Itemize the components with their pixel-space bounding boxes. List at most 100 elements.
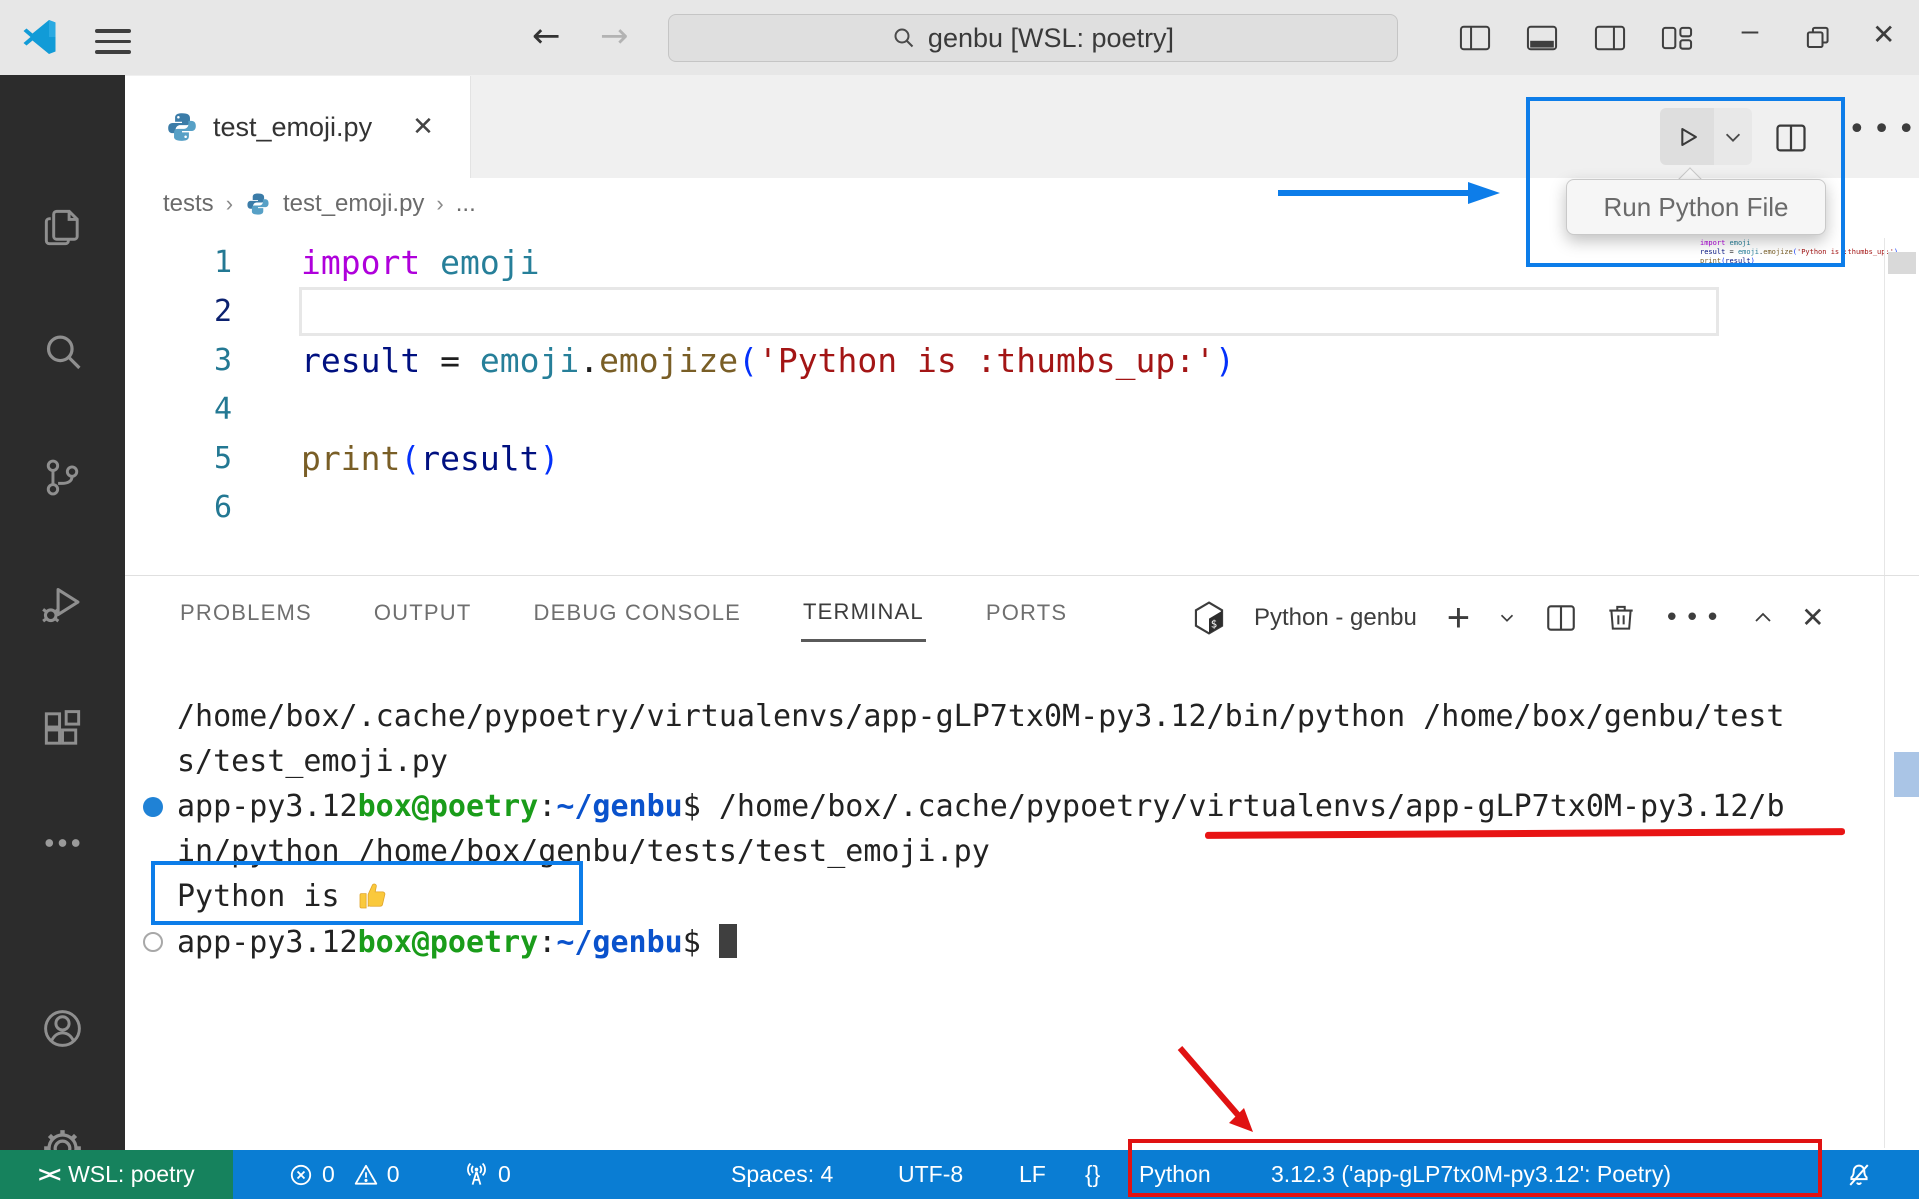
- back-arrow-icon[interactable]: ←: [532, 18, 561, 54]
- extensions-icon[interactable]: [39, 705, 86, 752]
- toggle-panel-icon[interactable]: [1524, 20, 1560, 56]
- terminal-toolbar: $ Python - genbu + ••• ✕: [1190, 590, 1825, 645]
- annotation-red-arrow: [1177, 1046, 1253, 1132]
- error-icon: [290, 1164, 312, 1185]
- customize-layout-icon[interactable]: [1659, 20, 1695, 56]
- terminal-line: app-py3.12box@poetry:~/genbu$ /home/box/…: [143, 784, 1785, 829]
- terminal-text: app-py3.12box@poetry:~/genbu$ /home/box/…: [177, 789, 1785, 824]
- kill-terminal-trash-icon[interactable]: [1604, 601, 1638, 635]
- panel-tab-terminal[interactable]: TERMINAL: [801, 585, 926, 642]
- panel-tab-debug-console[interactable]: DEBUG CONSOLE: [532, 586, 744, 640]
- maximize-panel-icon[interactable]: [1751, 606, 1775, 630]
- python-file-icon: [247, 193, 269, 215]
- shell-terminal-icon: $: [1194, 600, 1224, 635]
- panel-tab-ports[interactable]: PORTS: [984, 586, 1069, 640]
- encoding-indicator[interactable]: UTF-8: [898, 1150, 963, 1199]
- toggle-sidebar-icon[interactable]: [1457, 20, 1493, 56]
- breadcrumb-folder[interactable]: tests: [163, 190, 214, 218]
- notifications-indicator[interactable]: [1845, 1150, 1873, 1199]
- code-text: result = emoji.emojize('Python is :thumb…: [301, 341, 1235, 380]
- indentation-indicator[interactable]: Spaces: 4: [731, 1150, 833, 1199]
- new-terminal-icon[interactable]: +: [1447, 598, 1470, 638]
- account-icon[interactable]: [39, 1005, 86, 1052]
- breadcrumb-symbol[interactable]: ...: [456, 190, 476, 218]
- search-sidebar-icon[interactable]: [39, 329, 86, 376]
- terminal-line: /home/box/.cache/pypoetry/virtualenvs/ap…: [143, 694, 1785, 739]
- search-icon: [894, 28, 914, 48]
- panel-tab-output[interactable]: OUTPUT: [372, 586, 474, 640]
- line-number: 4: [213, 392, 232, 427]
- terminal-session-label[interactable]: Python - genbu: [1254, 604, 1417, 632]
- explorer-icon[interactable]: [39, 204, 86, 251]
- annotation-blue-arrow: [1278, 182, 1500, 204]
- panel-tab-bar: PROBLEMS OUTPUT DEBUG CONSOLE TERMINAL PORTS: [178, 577, 1069, 649]
- annotation-interpreter-box: [1128, 1139, 1822, 1197]
- chevron-right-icon: ›: [436, 191, 444, 216]
- editor-more-actions-icon[interactable]: •••: [1848, 112, 1919, 147]
- command-success-dot-icon: [143, 796, 163, 817]
- language-braces-icon[interactable]: {}: [1085, 1150, 1100, 1199]
- source-control-icon[interactable]: [39, 454, 86, 501]
- eol-indicator[interactable]: LF: [1019, 1150, 1046, 1199]
- close-panel-icon[interactable]: ✕: [1801, 601, 1824, 634]
- split-terminal-icon[interactable]: [1544, 601, 1578, 635]
- remote-indicator[interactable]: >< WSL: poetry: [0, 1150, 233, 1199]
- ports-count: 0: [498, 1161, 511, 1187]
- title-bar: ← → genbu [WSL: poetry] – ✕: [0, 0, 1919, 76]
- command-center-search[interactable]: genbu [WSL: poetry]: [668, 14, 1398, 62]
- terminal-line: app-py3.12box@poetry:~/genbu$: [143, 919, 1785, 964]
- panel-border: [125, 575, 1919, 576]
- terminal-dropdown-icon[interactable]: [1496, 607, 1518, 629]
- minimize-icon[interactable]: –: [1732, 14, 1768, 48]
- problems-indicator[interactable]: 0 0: [288, 1150, 400, 1199]
- terminal-line: s/test_emoji.py: [143, 739, 1785, 784]
- code-line[interactable]: 3 result = emoji.emojize('Python is :thum…: [125, 336, 1885, 385]
- editor-scrollbar-thumb[interactable]: [1888, 252, 1916, 274]
- panel-more-actions-icon[interactable]: •••: [1664, 603, 1725, 633]
- terminal-text: /home/box/.cache/pypoetry/virtualenvs/ap…: [177, 699, 1785, 734]
- forwarded-ports-indicator[interactable]: 0: [463, 1150, 511, 1199]
- line-number: 1: [213, 245, 232, 280]
- terminal-text: s/test_emoji.py: [177, 744, 448, 779]
- code-line[interactable]: 6: [125, 483, 1885, 532]
- forward-arrow-icon: →: [600, 16, 629, 56]
- activity-bar: 1: [0, 75, 125, 1185]
- annotation-terminal-output-box: [151, 861, 583, 925]
- line-number: 5: [213, 441, 232, 476]
- vscode-logo-icon: [23, 20, 56, 54]
- remote-label: WSL: poetry: [68, 1161, 195, 1187]
- warning-count: 0: [386, 1161, 400, 1187]
- tab-test-emoji[interactable]: test_emoji.py ✕: [125, 76, 471, 178]
- terminal-text: app-py3.12box@poetry:~/genbu$: [177, 923, 737, 960]
- run-tooltip: Run Python File: [1566, 179, 1826, 235]
- error-count: 0: [322, 1161, 335, 1187]
- close-window-icon[interactable]: ✕: [1872, 18, 1895, 51]
- code-line[interactable]: 2: [125, 287, 1885, 336]
- python-file-icon: [168, 113, 196, 141]
- code-line[interactable]: 5 print(result): [125, 434, 1885, 483]
- toggle-secondary-sidebar-icon[interactable]: [1592, 20, 1628, 56]
- code-text: print(result): [301, 439, 560, 478]
- bell-slash-icon: [1849, 1163, 1869, 1186]
- line-number: 6: [213, 490, 232, 525]
- warning-icon: [354, 1164, 378, 1185]
- breadcrumb-file[interactable]: test_emoji.py: [283, 190, 424, 218]
- radio-tower-icon: [467, 1162, 486, 1185]
- restore-icon[interactable]: [1800, 20, 1836, 56]
- tab-close-icon[interactable]: ✕: [412, 112, 434, 142]
- panel-tab-problems[interactable]: PROBLEMS: [178, 586, 314, 640]
- terminal-gutter: [143, 931, 177, 952]
- more-actions-icon[interactable]: [39, 831, 86, 855]
- menu-icon[interactable]: [95, 22, 131, 61]
- terminal-cursor: [718, 923, 737, 958]
- remote-icon: ><: [38, 1161, 61, 1187]
- code-line[interactable]: 4: [125, 385, 1885, 434]
- command-pending-dot-icon: [143, 931, 163, 952]
- terminal-scrollbar-thumb[interactable]: [1894, 752, 1919, 797]
- line-number: 3: [213, 343, 232, 378]
- code-lines: 1 import emoji 2 3 result = emoji.emojize('P…: [125, 238, 1885, 532]
- vscode-window: ← → genbu [WSL: poetry] – ✕ test_emoji.p…: [0, 0, 1919, 1199]
- breadcrumb: tests › test_emoji.py › ...: [163, 186, 476, 222]
- tooltip-label: Run Python File: [1603, 191, 1789, 222]
- run-debug-icon[interactable]: [39, 580, 86, 627]
